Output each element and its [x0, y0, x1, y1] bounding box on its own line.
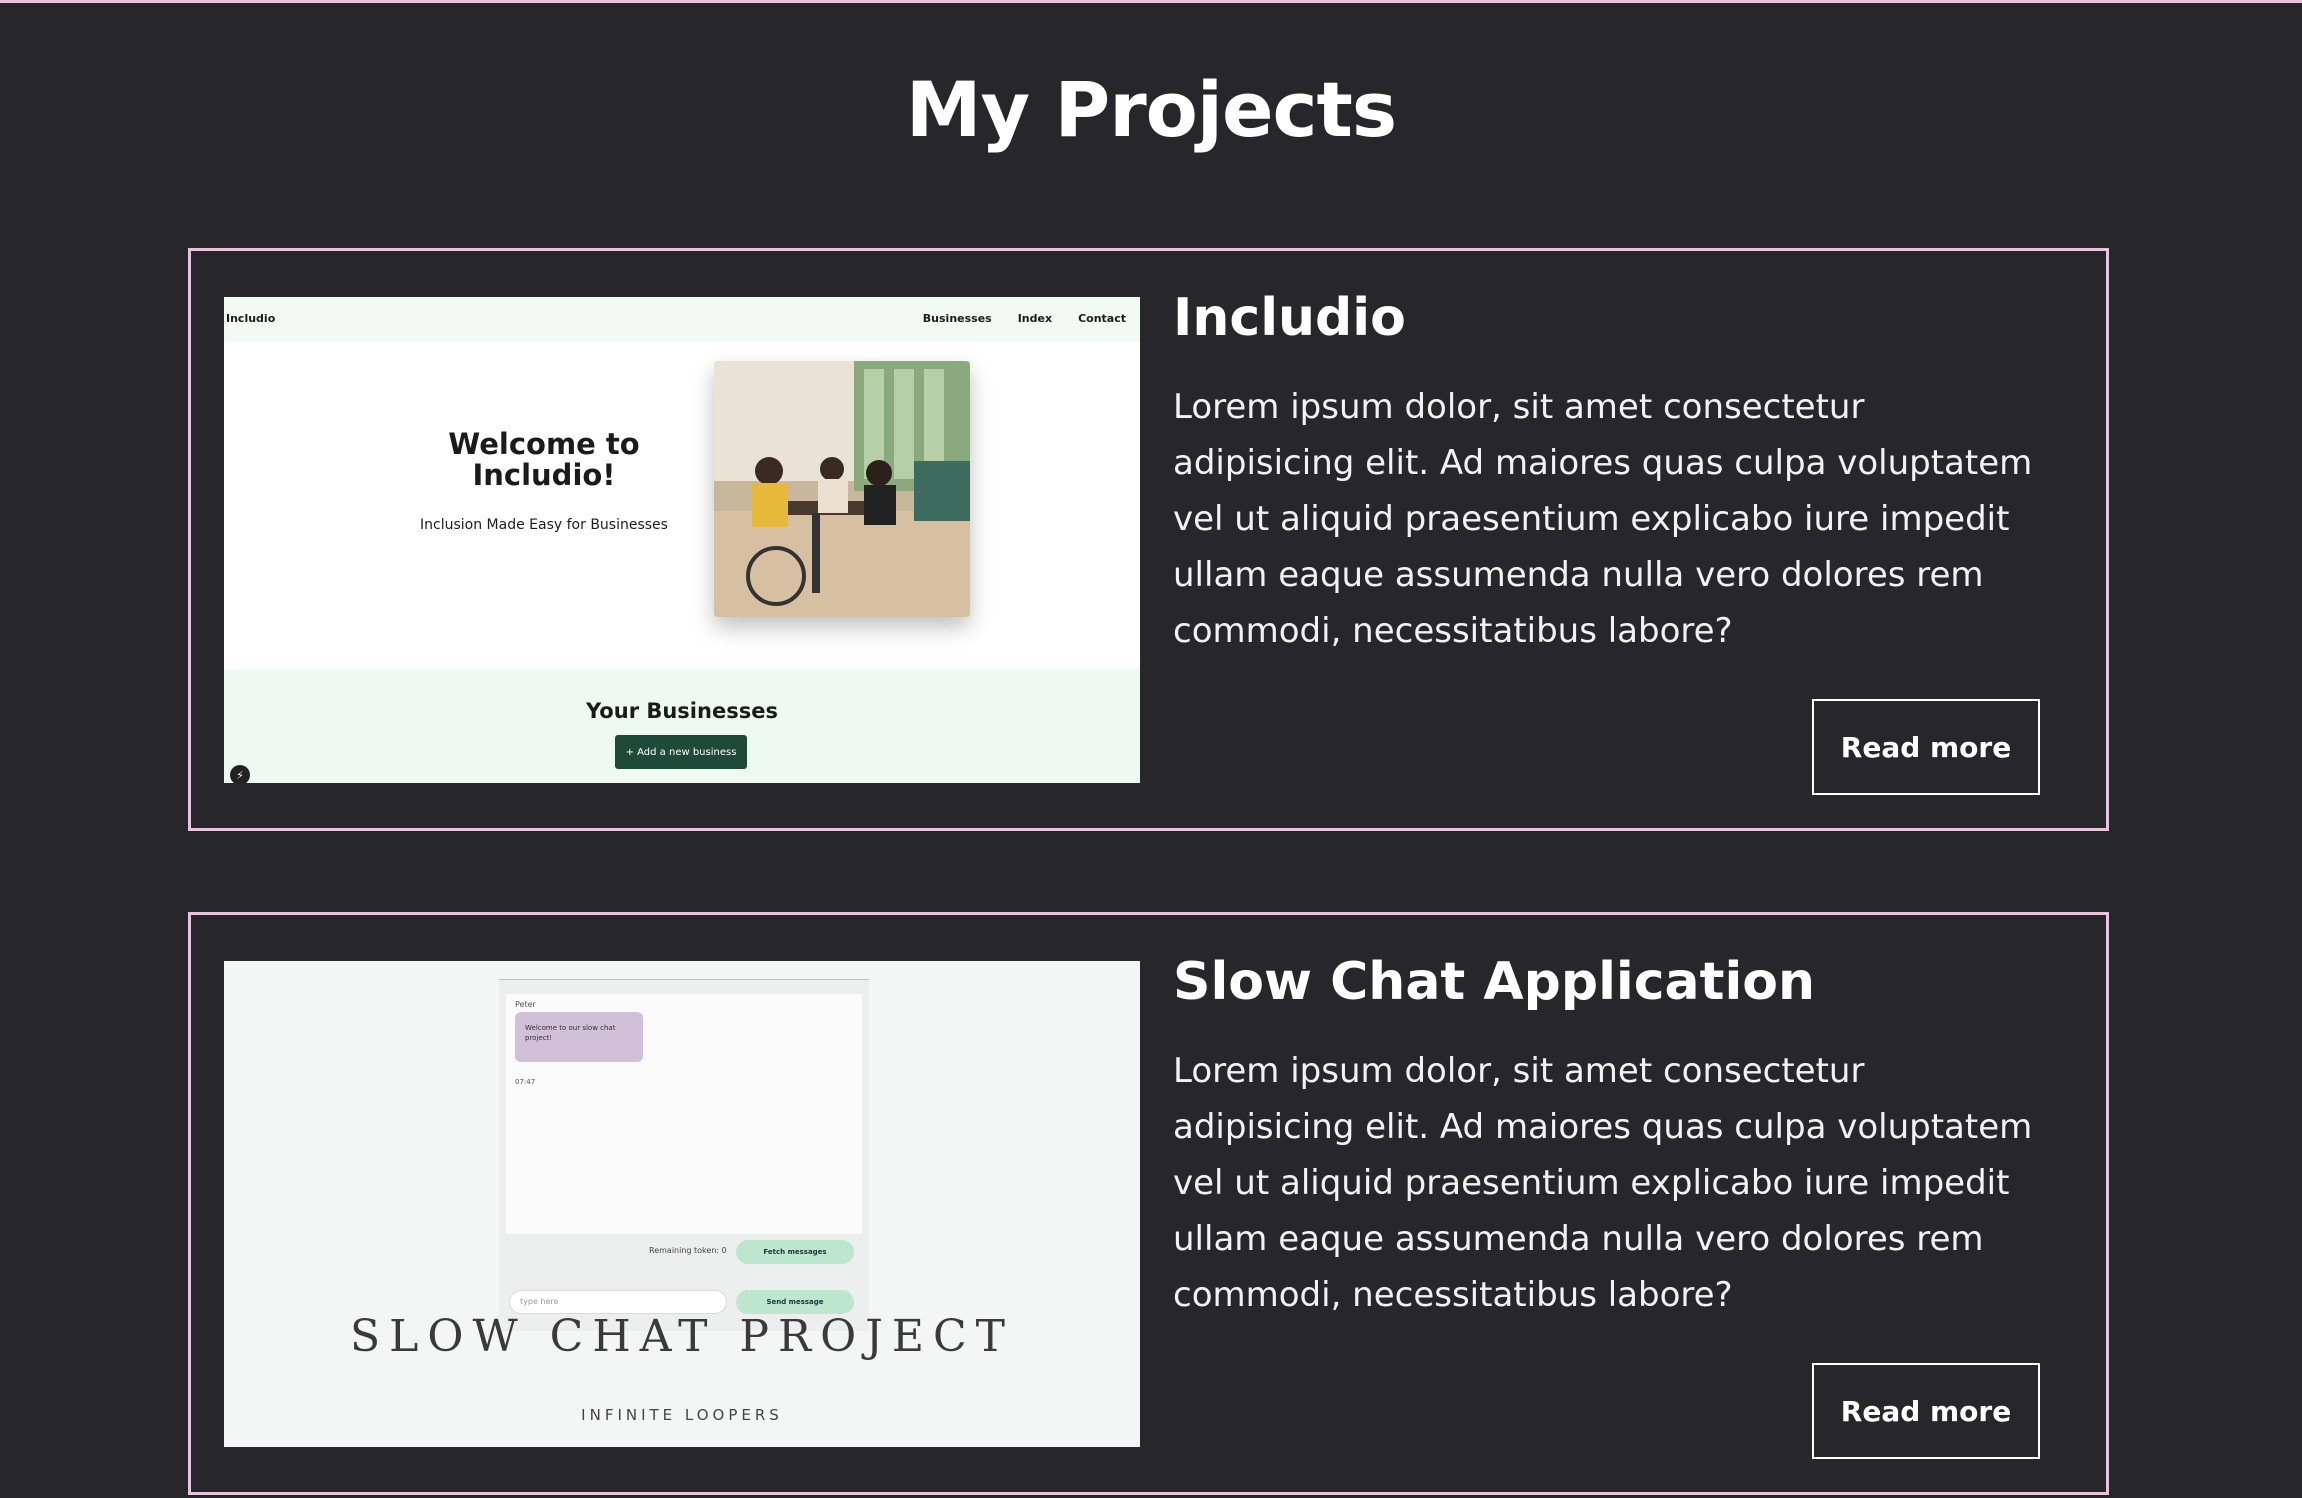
- screenshot-fetch-button: Fetch messages: [736, 1240, 854, 1264]
- screenshot-businesses-section: Your Businesses + Add a new business ⚡: [224, 669, 1140, 783]
- project-info: Includio Lorem ipsum dolor, sit amet con…: [1173, 287, 2033, 659]
- screenshot-project-subtitle: INFINITE LOOPERS: [581, 1406, 783, 1424]
- screenshot-hero-subtitle: Inclusion Made Easy for Businesses: [420, 517, 668, 533]
- screenshot-token-count: Remaining token: 0: [649, 1246, 727, 1255]
- screenshot-logo: Includio: [226, 312, 276, 325]
- page-title: My Projects: [905, 65, 1397, 154]
- screenshot-nav-link: Contact: [1078, 312, 1126, 325]
- screenshot-message-list: Peter Welcome to our slow chat project! …: [506, 994, 862, 1234]
- screenshot-chat-window: Peter Welcome to our slow chat project! …: [499, 979, 869, 1331]
- bolt-icon: ⚡: [230, 765, 250, 783]
- screenshot-cafe-photo: [714, 361, 970, 617]
- project-screenshot-slow-chat: Peter Welcome to our slow chat project! …: [224, 961, 1140, 1447]
- screenshot-nav-link: Businesses: [922, 312, 992, 325]
- screenshot-add-business-button: + Add a new business: [615, 735, 747, 769]
- screenshot-project-title: SLOW CHAT PROJECT: [350, 1311, 1014, 1362]
- screenshot-message-time: 07:47: [515, 1078, 536, 1086]
- screenshot-section-title: Your Businesses: [586, 699, 778, 723]
- project-info: Slow Chat Application Lorem ipsum dolor,…: [1173, 951, 2033, 1323]
- project-card-includio: Includio Businesses Index Contact Welcom…: [188, 248, 2109, 831]
- project-description: Lorem ipsum dolor, sit amet consectetur …: [1173, 1051, 2033, 1316]
- read-more-button[interactable]: Read more: [1812, 699, 2040, 795]
- project-card-slow-chat: Peter Welcome to our slow chat project! …: [188, 912, 2109, 1495]
- read-more-button[interactable]: Read more: [1812, 1363, 2040, 1459]
- screenshot-hero-title: Welcome to Includio!: [448, 427, 640, 492]
- screenshot-nav-links: Businesses Index Contact: [923, 312, 1126, 325]
- screenshot-nav-link: Index: [1017, 312, 1053, 325]
- project-title: Includio: [1173, 288, 1406, 348]
- screenshot-navbar: Includio Businesses Index Contact: [224, 297, 1140, 341]
- project-title: Slow Chat Application: [1173, 952, 1816, 1012]
- project-screenshot-includio: Includio Businesses Index Contact Welcom…: [224, 297, 1140, 783]
- project-description: Lorem ipsum dolor, sit amet consectetur …: [1173, 387, 2033, 652]
- screenshot-message-bubble: Welcome to our slow chat project!: [515, 1012, 643, 1062]
- screenshot-sender: Peter: [515, 1000, 536, 1009]
